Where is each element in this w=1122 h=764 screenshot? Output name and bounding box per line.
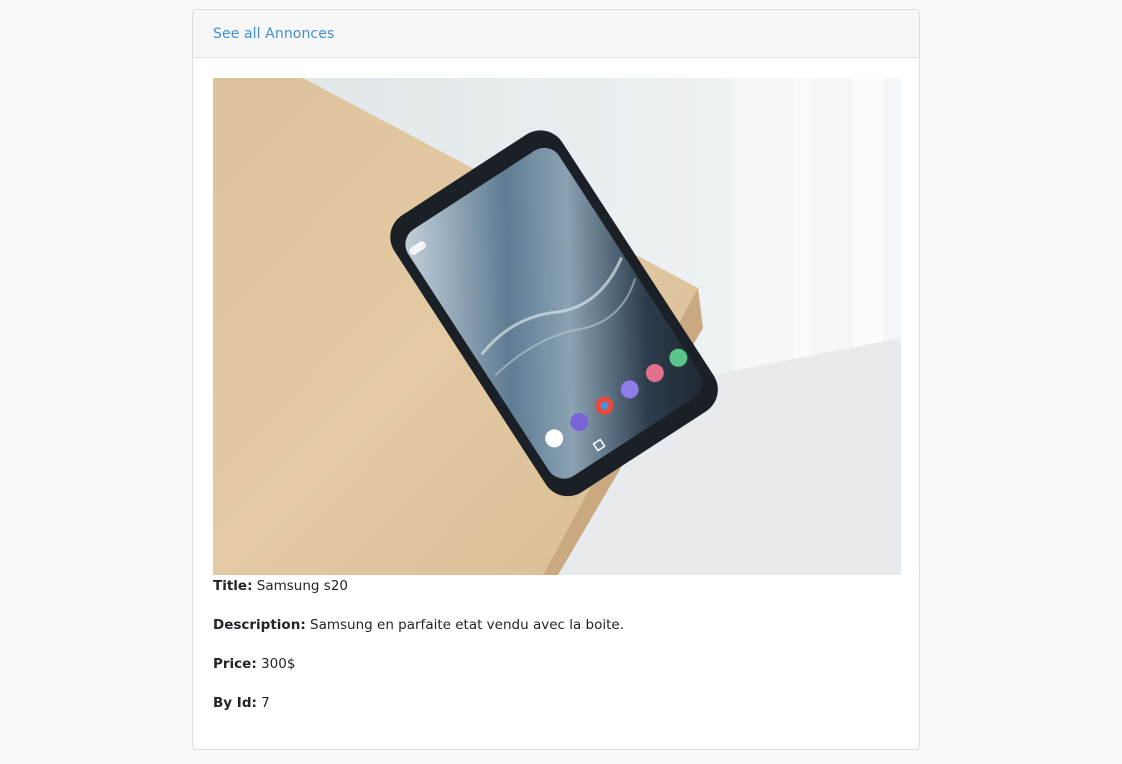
- description-value: Samsung en parfaite etat vendu avec la b…: [310, 617, 625, 633]
- price-value: 300$: [261, 656, 296, 672]
- annonce-photo: [213, 78, 901, 575]
- by-id-value: 7: [261, 695, 270, 711]
- description-label: Description:: [213, 617, 306, 633]
- card-body: Title: Samsung s20 Description: Samsung …: [193, 58, 919, 712]
- annonce-card: See all Annonces Title: Samsung s20 Desc…: [192, 9, 920, 750]
- see-all-annonces-link[interactable]: See all Annonces: [213, 26, 334, 42]
- title-label: Title:: [213, 578, 253, 594]
- card-header: See all Annonces: [193, 10, 919, 58]
- by-id-label: By Id:: [213, 695, 257, 711]
- by-id-row: By Id: 7: [213, 694, 899, 712]
- price-label: Price:: [213, 656, 257, 672]
- annonce-details: Title: Samsung s20 Description: Samsung …: [213, 577, 899, 712]
- title-row: Title: Samsung s20: [213, 577, 899, 595]
- price-row: Price: 300$: [213, 655, 899, 673]
- description-row: Description: Samsung en parfaite etat ve…: [213, 616, 899, 634]
- title-value: Samsung s20: [256, 578, 348, 594]
